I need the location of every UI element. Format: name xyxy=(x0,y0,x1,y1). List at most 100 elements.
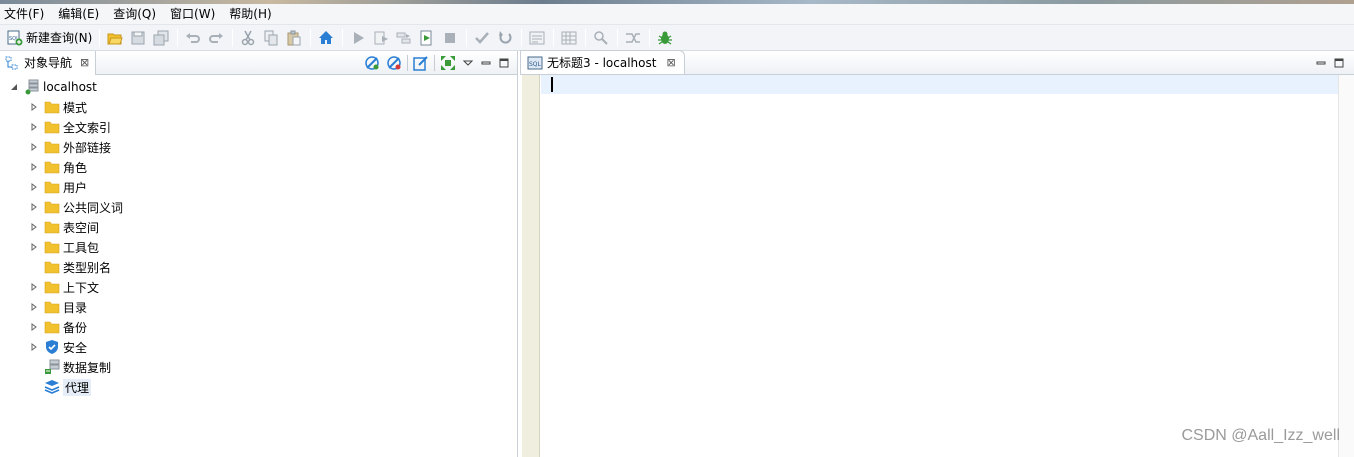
toolbar-separator xyxy=(585,28,587,47)
paste-button[interactable] xyxy=(283,27,305,49)
tree-node[interactable]: 模式 xyxy=(0,97,516,117)
disconnect-icon xyxy=(387,56,401,70)
cut-icon xyxy=(242,30,255,45)
menu-query[interactable]: 查询(Q) xyxy=(106,5,163,24)
expanded-arrow-icon[interactable] xyxy=(8,81,20,93)
text-caret xyxy=(551,77,553,92)
tree-node-label: 工具包 xyxy=(63,240,100,255)
tree-node[interactable]: 角色 xyxy=(0,157,516,177)
collapsed-arrow-icon[interactable] xyxy=(28,141,40,153)
new-query-button[interactable]: SQL 新建查询(N) xyxy=(4,27,95,49)
debug-button[interactable] xyxy=(654,27,676,49)
menu-file[interactable]: 文件(F) xyxy=(0,5,51,24)
execute-button[interactable] xyxy=(347,27,369,49)
collapsed-arrow-icon[interactable] xyxy=(28,281,40,293)
tree-node[interactable]: 表空间 xyxy=(0,217,516,237)
folder-icon xyxy=(44,261,60,274)
tree-node[interactable]: 外部链接 xyxy=(0,137,516,157)
editor-minimize-button[interactable] xyxy=(1312,54,1330,72)
main-toolbar: SQL 新建查询(N) xyxy=(0,25,1354,51)
sql-text-area[interactable] xyxy=(541,75,1338,457)
editor-maximize-button[interactable] xyxy=(1330,54,1348,72)
menu-window[interactable]: 窗口(W) xyxy=(163,5,222,24)
find-button[interactable] xyxy=(590,27,612,49)
commit-button[interactable] xyxy=(471,27,493,49)
collapsed-arrow-icon[interactable] xyxy=(28,201,40,213)
chevron-down-icon xyxy=(463,60,473,66)
tab-sql-editor[interactable]: SQL 无标题3 - localhost ⊠ xyxy=(520,50,685,74)
tree-node[interactable]: 上下文 xyxy=(0,277,516,297)
maximize-button[interactable] xyxy=(495,54,513,72)
connect-button[interactable] xyxy=(361,53,383,73)
check-icon xyxy=(475,31,490,44)
menu-edit[interactable]: 编辑(E) xyxy=(51,5,106,24)
folder-icon xyxy=(44,321,60,334)
collapsed-arrow-icon[interactable] xyxy=(28,301,40,313)
rollback-button[interactable] xyxy=(494,27,516,49)
save-icon xyxy=(131,31,145,44)
collapsed-arrow-icon[interactable] xyxy=(28,241,40,253)
transfer-button[interactable] xyxy=(622,27,644,49)
tree-node[interactable]: 用户 xyxy=(0,177,516,197)
redo-button[interactable] xyxy=(205,27,227,49)
collapsed-arrow-icon[interactable] xyxy=(28,341,40,353)
navigator-icon xyxy=(5,56,18,69)
transfer-icon xyxy=(626,32,641,43)
tree-node[interactable]: 工具包 xyxy=(0,237,516,257)
paste-icon xyxy=(287,30,301,45)
explain-button[interactable] xyxy=(526,27,548,49)
minimize-icon xyxy=(1316,61,1326,65)
close-icon[interactable]: ⊠ xyxy=(80,56,89,69)
copy-button[interactable] xyxy=(260,27,282,49)
minimize-button[interactable] xyxy=(477,54,495,72)
collapsed-arrow-icon[interactable] xyxy=(28,321,40,333)
stop-button[interactable] xyxy=(439,27,461,49)
tree-node[interactable]: 类型别名 xyxy=(0,257,516,277)
menu-help[interactable]: 帮助(H) xyxy=(222,5,278,24)
close-icon[interactable]: ⊠ xyxy=(666,56,675,69)
collapsed-arrow-icon[interactable] xyxy=(28,181,40,193)
tree-node-label: 代理 xyxy=(63,378,92,396)
play-icon xyxy=(354,31,365,44)
navigator-header: 对象导航 ⊠ xyxy=(0,50,517,75)
format-button[interactable] xyxy=(558,27,580,49)
expand-button[interactable] xyxy=(437,53,459,73)
collapsed-arrow-icon[interactable] xyxy=(28,121,40,133)
tree-node[interactable]: 数据复制 xyxy=(0,357,516,377)
home-icon xyxy=(319,30,334,44)
vertical-scrollbar[interactable] xyxy=(1338,75,1354,457)
save-button[interactable] xyxy=(127,27,149,49)
collapsed-arrow-icon[interactable] xyxy=(28,221,40,233)
toolbar-separator xyxy=(521,28,523,47)
edit-button[interactable] xyxy=(410,53,432,73)
tab-object-navigator[interactable]: 对象导航 ⊠ xyxy=(0,50,97,75)
cut-button[interactable] xyxy=(237,27,259,49)
tree-node-label: 备份 xyxy=(63,320,88,335)
tree-node[interactable]: 目录 xyxy=(0,297,516,317)
save-all-button[interactable] xyxy=(150,27,172,49)
tree-node-label: 全文索引 xyxy=(63,120,112,135)
run-script-button[interactable] xyxy=(416,27,438,49)
tree-node[interactable]: 安全 xyxy=(0,337,516,357)
home-button[interactable] xyxy=(315,27,337,49)
collapsed-arrow-icon[interactable] xyxy=(28,161,40,173)
undo-button[interactable] xyxy=(182,27,204,49)
tree-node[interactable]: 全文索引 xyxy=(0,117,516,137)
folder-icon xyxy=(44,141,60,154)
tree-node[interactable]: 代理 xyxy=(0,377,516,397)
editor-actions xyxy=(1312,54,1348,72)
object-navigator-panel: 对象导航 ⊠ localhost 模式 全文索引 外部链接 角色 用户 公共同义… xyxy=(0,50,518,457)
folder-icon xyxy=(44,121,60,134)
toolbar-separator xyxy=(649,28,651,47)
collapsed-arrow-icon[interactable] xyxy=(28,101,40,113)
expand-icon xyxy=(441,56,455,70)
tree-node-localhost[interactable]: localhost xyxy=(0,77,516,97)
tree-node[interactable]: 公共同义词 xyxy=(0,197,516,217)
disconnect-button[interactable] xyxy=(383,53,405,73)
open-button[interactable] xyxy=(104,27,126,49)
execute-step-button[interactable] xyxy=(370,27,392,49)
execute-selection-button[interactable] xyxy=(393,27,415,49)
tree-node[interactable]: 备份 xyxy=(0,317,516,337)
view-menu-button[interactable] xyxy=(459,54,477,72)
bug-icon xyxy=(658,31,673,45)
